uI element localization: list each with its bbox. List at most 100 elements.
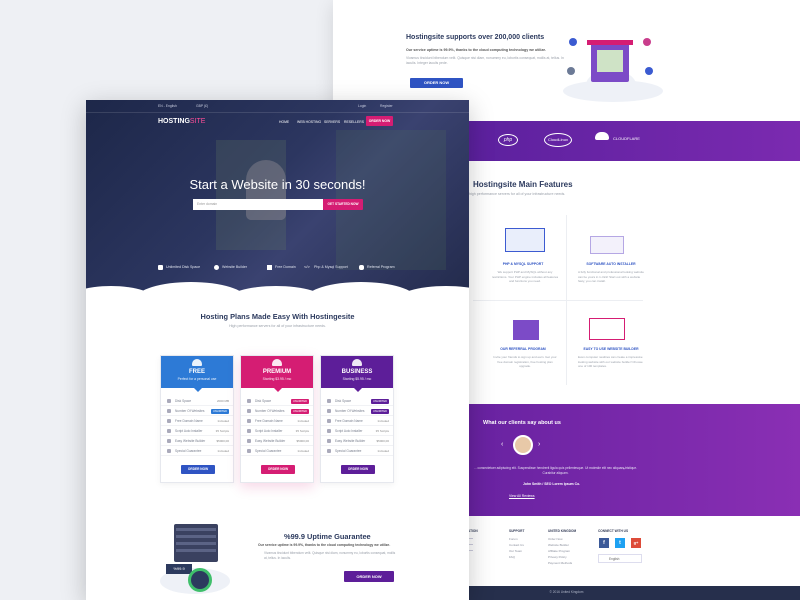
nav-resellers[interactable]: RESELLERS xyxy=(344,120,364,124)
feature-icon xyxy=(327,419,331,423)
feature-icon xyxy=(167,399,171,403)
domain-search-input[interactable]: Enter domain xyxy=(193,199,323,210)
intro-order-button[interactable]: ORDER NOW xyxy=(410,78,463,88)
plan-feature-label: Disk Space xyxy=(255,399,272,403)
logo-accent: SITE xyxy=(189,118,206,125)
plan-feature-value: $5000,00 xyxy=(216,439,229,443)
hero-feature: Website Builder xyxy=(222,265,248,269)
chevron-left-icon[interactable]: ‹ xyxy=(501,441,503,448)
nav-order-button[interactable]: ORDER NOW xyxy=(366,116,393,126)
plan-feature-label: Disk Space xyxy=(335,399,352,403)
plan-header: BUSINESS Starting $5.95 / mo xyxy=(321,356,393,392)
user-icon xyxy=(643,38,651,46)
plans-subtitle: High performance servers for all of your… xyxy=(229,324,326,328)
uptime-subtitle: Our service uptime is 99.9%, thanks to t… xyxy=(258,543,391,547)
plan-feature-label: Easy Website Builder xyxy=(255,439,286,443)
register-link[interactable]: Register xyxy=(380,104,393,108)
cloud-server-icon xyxy=(192,359,202,366)
feature-icon xyxy=(167,449,171,453)
website-builder-icon xyxy=(589,318,625,340)
footer-heading: UNITED KINGDOM xyxy=(548,529,577,533)
footer-link[interactable]: Payment Methods xyxy=(548,560,576,566)
features-title: Hostingsite Main Features xyxy=(473,180,573,189)
cloud-server-icon xyxy=(272,359,282,366)
intro-body: Vivamus tincidunt bibendum velit. Quisqu… xyxy=(406,56,564,65)
plans-title: Hosting Plans Made Easy With Hostingesit… xyxy=(200,312,355,321)
plan-feature-label: Script Auto Installer xyxy=(255,429,283,433)
feature-icon xyxy=(167,419,171,423)
plan-price: Perfect for a personal use xyxy=(177,377,217,381)
plan-feature-value: 35 Scripts xyxy=(215,429,229,433)
plan-feature-value: Included xyxy=(377,449,389,453)
plan-card-business: BUSINESS Starting $5.95 / mo Disk Space UNL… xyxy=(320,355,394,483)
feature-icon xyxy=(327,439,331,443)
plan-feature-label: Easy Website Builder xyxy=(175,439,206,443)
footer-link[interactable]: FAQ xyxy=(509,554,524,560)
uptime-order-button[interactable]: ORDER NOW xyxy=(344,571,394,582)
get-started-button[interactable]: GET STARTED NOW xyxy=(323,199,363,210)
hero-section: EN - English GBP (£) Login Register HOST… xyxy=(86,100,469,300)
code-icon: </> xyxy=(304,264,310,269)
plan-feature-label: Script Auto Installer xyxy=(175,429,203,433)
plan-feature-label: Number Of Websites xyxy=(175,409,205,413)
link-icon xyxy=(158,265,163,270)
nav-servers[interactable]: SERVERS xyxy=(324,120,340,124)
chevron-right-icon[interactable]: › xyxy=(538,441,540,448)
plan-feature-badge: UNLIMITED xyxy=(291,399,309,404)
feature-text: Invite your friends to sign up and earn.… xyxy=(493,355,557,368)
currency-selector[interactable]: GBP (£) xyxy=(196,104,208,108)
plan-feature-badge: UNLIMITED xyxy=(291,409,309,414)
twitter-icon[interactable]: t xyxy=(615,538,625,548)
plan-header: FREE Perfect for a personal use xyxy=(161,356,233,392)
footer-column: UNITED KINGDOM Order Now Website Builder… xyxy=(548,528,576,566)
avatar xyxy=(513,435,533,455)
plan-feature-row: Free Domain Name Included xyxy=(241,416,313,426)
footer-column: SUPPORT Forum Contact Us Our Team FAQ xyxy=(509,528,524,560)
feature-icon xyxy=(167,439,171,443)
feature-text: Even computer newbies can create a impre… xyxy=(578,355,643,368)
plan-feature-label: Special Guarantee xyxy=(255,449,282,453)
feature-title: EASY TO USE WEBSITE BUILDER xyxy=(583,347,639,351)
plan-feature-badge: UNLIMITED xyxy=(371,399,389,404)
user-icon xyxy=(569,38,577,46)
plan-order-button[interactable]: ORDER NOW xyxy=(341,465,375,474)
language-select[interactable]: English xyxy=(598,554,642,563)
footer-column: CONNECT WITH US xyxy=(598,528,628,536)
feature-title: SOFTWARE AUTO INSTALLER xyxy=(586,262,636,266)
front-page-preview: EN - English GBP (£) Login Register HOST… xyxy=(86,100,469,600)
plan-feature-value: Included xyxy=(377,419,389,423)
feature-text: A fully functional and professional look… xyxy=(578,270,644,283)
feature-icon xyxy=(247,439,251,443)
plan-feature-label: Free Domain Name xyxy=(255,419,283,423)
login-link[interactable]: Login xyxy=(358,104,366,108)
builder-icon xyxy=(214,265,219,270)
quote-icon: ” xyxy=(623,468,625,474)
feature-icon xyxy=(247,419,251,423)
plan-feature-label: Number Of Websites xyxy=(335,409,365,413)
nav-home[interactable]: HOME xyxy=(279,120,289,124)
plan-feature-row: Number Of Websites UNLIMITED xyxy=(161,406,233,416)
footer-heading: CONNECT WITH US xyxy=(598,529,629,533)
server-illustration xyxy=(561,30,671,105)
user-icon xyxy=(567,67,575,75)
intro-title: Hostingsite supports over 200,000 client… xyxy=(406,34,545,41)
view-all-reviews-link[interactable]: View All Reviews xyxy=(509,494,535,498)
google-plus-icon[interactable]: g+ xyxy=(631,538,641,548)
intro-subtitle: Our service uptime is 99.9%, thanks to t… xyxy=(406,48,547,52)
footer-heading: ATION xyxy=(468,529,478,533)
plan-feature-row: Script Auto Installer 35 Scripts xyxy=(161,426,233,436)
plan-feature-value: Included xyxy=(217,419,229,423)
plan-feature-row: Easy Website Builder $5000,00 xyxy=(241,436,313,446)
plan-feature-row: Special Guarantee Included xyxy=(161,446,233,456)
logo[interactable]: HOSTINGSITE xyxy=(158,118,205,125)
language-selector[interactable]: EN - English xyxy=(158,104,177,108)
plan-order-button[interactable]: ORDER NOW xyxy=(261,465,295,474)
facebook-icon[interactable]: f xyxy=(599,538,609,548)
nav-web-hosting[interactable]: WEB HOSTING xyxy=(297,120,321,124)
partner-logo-php: php xyxy=(498,134,518,146)
plan-feature-value: $5000,00 xyxy=(296,439,309,443)
plan-feature-row: Disk Space 2000 MB xyxy=(161,396,233,406)
plan-order-button[interactable]: ORDER NOW xyxy=(181,465,215,474)
feature-text: We support PHP and MySQL without any res… xyxy=(491,270,559,283)
feature-icon xyxy=(247,449,251,453)
